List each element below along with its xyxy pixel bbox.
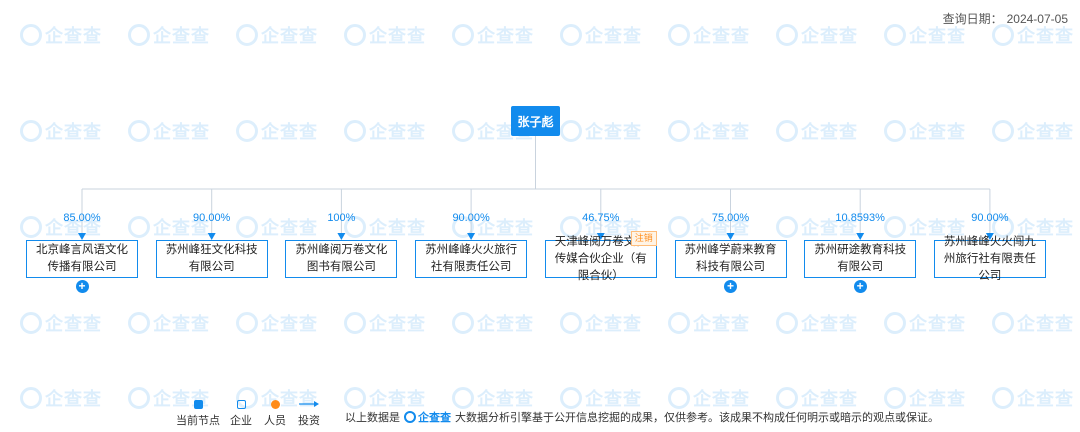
company-node[interactable]: 苏州峰峰火火闯九州旅行社有限责任公司 (933, 236, 1046, 282)
status-badge: 注销 (630, 231, 657, 246)
legend-company-label: 企业 (230, 415, 252, 427)
legend-person-label: 人员 (264, 415, 286, 427)
connector-lines (78, 136, 994, 240)
company-name: 苏州峰峰火火闯九州旅行社有限责任公司 (943, 235, 1036, 282)
share-percentage: 100% (327, 212, 356, 224)
company-name: 苏州峰阅万卷文化图书有限公司 (295, 244, 388, 273)
company-node[interactable]: 苏州峰阅万卷文化图书有限公司 (285, 240, 398, 278)
legend-invest-label: 投资 (298, 415, 320, 427)
branch-arrow (726, 233, 735, 240)
share-percentage: 10.8593% (835, 212, 885, 224)
branch-arrow (337, 233, 346, 240)
expand-plus-icon[interactable]: + (724, 280, 737, 293)
share-percentage: 75.00% (711, 212, 750, 224)
company-name: 苏州研途教育科技有限公司 (814, 244, 907, 273)
legend-current-label: 当前节点 (176, 415, 220, 427)
legend-invest: 投资 (298, 398, 320, 428)
person-icon (270, 399, 280, 409)
branch-arrow (856, 233, 865, 240)
footer-suffix: 大数据分析引擎基于公开信息挖掘的成果，仅供参考。该成果不构成任何明示或暗示的观点… (455, 412, 939, 424)
company-node[interactable]: 苏州研途教育科技有限公司 (804, 240, 917, 278)
branch-arrow (467, 233, 476, 240)
share-percentage: 85.00% (63, 212, 101, 224)
company-icon (236, 399, 246, 409)
company-name: 苏州峰学蔚来教育科技有限公司 (684, 244, 777, 273)
company-node[interactable]: 苏州峰狂文化科技有限公司 (155, 240, 268, 278)
company-node[interactable]: 苏州峰学蔚来教育科技有限公司 (674, 240, 787, 278)
expand-plus-icon[interactable]: + (853, 280, 867, 293)
legend-current-node: 当前节点 (176, 398, 220, 428)
brand-logo-text: 企查查 (418, 412, 451, 424)
brand-logo: 企查查 (404, 409, 451, 425)
company-name: 苏州峰峰火火旅行社有限责任公司 (425, 244, 518, 273)
share-percentage: 90.00% (452, 212, 490, 224)
branch-arrow (78, 233, 86, 240)
brand-logo-icon (404, 411, 416, 423)
share-percentage: 46.75% (582, 212, 620, 224)
company-name: 北京峰言风语文化传播有限公司 (36, 244, 128, 273)
root-person-node[interactable]: 张子彪 (511, 106, 560, 136)
root-name: 张子彪 (517, 114, 554, 129)
share-percentage: 90.00% (193, 212, 231, 224)
company-node[interactable]: 苏州峰峰火火旅行社有限责任公司 (415, 240, 528, 278)
footer-disclaimer: 以上数据是 企查查 大数据分析引擎基于公开信息挖掘的成果，仅供参考。该成果不构成… (345, 409, 939, 425)
current-node-icon (193, 399, 203, 409)
footer-prefix: 以上数据是 (345, 412, 400, 424)
expand-plus-icon[interactable]: + (75, 280, 89, 293)
legend-person: 人员 (264, 398, 286, 428)
company-name: 苏州峰狂文化科技有限公司 (165, 244, 258, 273)
branch-arrow (207, 233, 216, 240)
legend-company: 企业 (230, 398, 252, 428)
company-node[interactable]: 北京峰言风语文化传播有限公司 (26, 240, 138, 278)
share-percentage: 90.00% (971, 212, 1009, 224)
invest-arrow-icon (299, 401, 319, 407)
